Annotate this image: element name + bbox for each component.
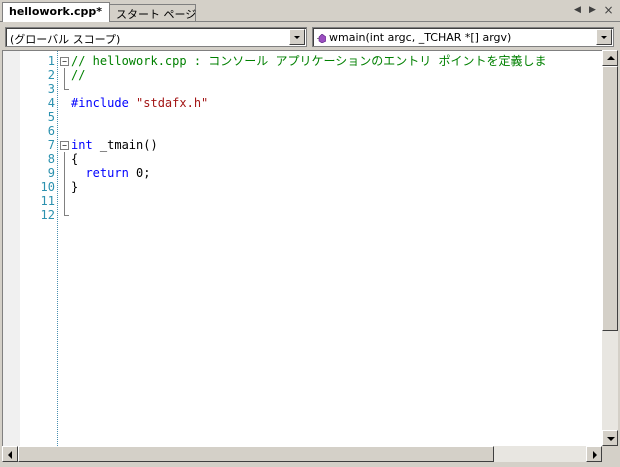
code-line[interactable]: 8{ <box>3 152 603 166</box>
arrow-down-icon <box>607 437 615 441</box>
line-number: 2 <box>47 68 55 82</box>
code-text: } <box>71 180 78 194</box>
outline-guide <box>64 180 65 194</box>
line-number: 12 <box>40 208 55 222</box>
chevron-down-icon[interactable] <box>596 29 612 45</box>
code-editor[interactable]: 1−// hellowork.cpp : コンソール アプリケーションのエントリ… <box>2 50 602 446</box>
scroll-down-button[interactable] <box>602 430 618 446</box>
string-token: "stdafx.h" <box>136 96 209 110</box>
collapse-toggle-icon[interactable]: − <box>60 57 69 66</box>
code-line[interactable]: 4 #include "stdafx.h" <box>3 96 603 110</box>
document-tab-strip: hellowork.cpp* スタート ページ ◀ ▶ × <box>0 0 620 22</box>
tab-label: スタート ページ <box>116 8 197 21</box>
keyword-token: return <box>71 166 129 180</box>
code-line[interactable]: 3 <box>3 82 603 96</box>
line-number: 9 <box>47 166 55 180</box>
outline-end-guide <box>64 82 69 90</box>
code-text: // hellowork.cpp : コンソール アプリケーションのエントリ ポ… <box>71 54 546 68</box>
horizontal-scrollbar[interactable] <box>2 446 602 462</box>
vertical-scrollbar[interactable] <box>602 50 618 446</box>
identifier-token: _tmain() <box>92 138 158 152</box>
scrollbar-corner <box>602 446 618 462</box>
code-text: return 0; <box>71 166 150 180</box>
vertical-scroll-thumb[interactable] <box>602 66 618 331</box>
chevron-down-icon[interactable] <box>289 29 305 45</box>
code-text: int _tmain() <box>71 138 158 152</box>
code-line[interactable]: 5 <box>3 110 603 124</box>
triangle-right-icon[interactable]: ▶ <box>586 4 599 17</box>
collapse-toggle-icon[interactable]: − <box>60 141 69 150</box>
scroll-right-button[interactable] <box>586 446 602 462</box>
code-text: { <box>71 152 78 166</box>
scope-dropdown[interactable]: (グローバル スコープ) <box>5 27 307 47</box>
code-line[interactable]: 6 <box>3 124 603 138</box>
close-icon[interactable]: × <box>602 4 615 17</box>
tab-hellowork-cpp[interactable]: hellowork.cpp* <box>2 2 110 22</box>
code-line[interactable]: 12 <box>3 208 603 222</box>
comment-token: // hellowork.cpp : コンソール アプリケーションのエントリ ポ… <box>71 54 547 68</box>
line-number: 6 <box>47 124 55 138</box>
tab-start-page[interactable]: スタート ページ <box>110 4 196 21</box>
plain-token: { <box>71 152 79 166</box>
outline-end-guide <box>64 208 69 216</box>
code-line[interactable]: 2 // <box>3 68 603 82</box>
literal-token: 0; <box>128 166 151 180</box>
outline-guide <box>64 194 65 208</box>
keyword-token: int <box>71 138 93 152</box>
window-bottom-edge <box>0 462 620 467</box>
comment-token: // <box>71 68 86 82</box>
code-line[interactable]: 10} <box>3 180 603 194</box>
code-line[interactable]: 11 <box>3 194 603 208</box>
line-number: 5 <box>47 110 55 124</box>
arrow-right-icon <box>593 451 597 459</box>
navigation-bar: (グローバル スコープ) wmain(int argc, _TCHAR *[] … <box>0 22 620 50</box>
arrow-up-icon <box>607 56 615 60</box>
outline-guide <box>64 152 65 166</box>
code-lines: 1−// hellowork.cpp : コンソール アプリケーションのエントリ… <box>3 54 603 222</box>
plain-token: } <box>71 180 79 194</box>
code-line[interactable]: 1−// hellowork.cpp : コンソール アプリケーションのエントリ… <box>3 54 603 68</box>
member-value: wmain(int argc, _TCHAR *[] argv) <box>329 31 512 44</box>
scroll-left-button[interactable] <box>2 446 18 462</box>
line-number: 3 <box>47 82 55 96</box>
code-line[interactable]: 9 return 0; <box>3 166 603 180</box>
code-text: // <box>71 68 85 82</box>
outline-guide <box>64 166 65 180</box>
line-number: 1 <box>47 54 55 68</box>
line-number: 4 <box>47 96 55 110</box>
horizontal-scroll-thumb[interactable] <box>18 446 494 462</box>
scope-value: (グローバル スコープ) <box>10 33 121 46</box>
code-line[interactable]: 7− int _tmain() <box>3 138 603 152</box>
code-text: #include "stdafx.h" <box>71 96 208 110</box>
triangle-left-icon[interactable]: ◀ <box>571 4 584 17</box>
line-number: 10 <box>40 180 55 194</box>
line-number: 7 <box>47 138 55 152</box>
tab-label: hellowork.cpp* <box>9 5 103 18</box>
line-number: 11 <box>40 194 55 208</box>
member-dropdown[interactable]: wmain(int argc, _TCHAR *[] argv) <box>312 27 614 47</box>
purple-method-icon <box>317 33 327 44</box>
arrow-left-icon <box>8 451 12 459</box>
directive-token: #include <box>71 96 137 110</box>
scroll-up-button[interactable] <box>602 50 618 66</box>
line-number: 8 <box>47 152 55 166</box>
outline-guide <box>64 68 65 82</box>
